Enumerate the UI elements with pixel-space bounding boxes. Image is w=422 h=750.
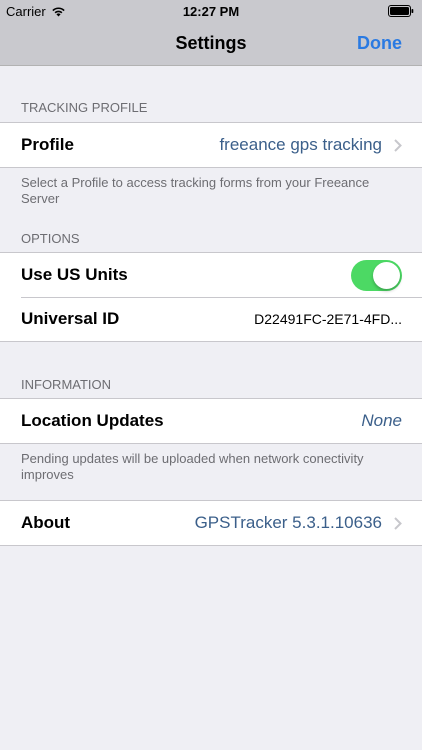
chevron-right-icon (394, 516, 402, 530)
about-group: About GPSTracker 5.3.1.10636 (0, 500, 422, 546)
universal-id-row: Universal ID D22491FC-2E71-4FD... (0, 297, 422, 341)
clock: 12:27 PM (182, 4, 240, 19)
universal-id-label: Universal ID (21, 309, 120, 328)
toggle-knob (373, 261, 400, 289)
options-group: Use US Units Universal ID D22491FC-2E71-… (0, 252, 422, 342)
about-label: About (21, 513, 71, 532)
us-units-label: Use US Units (21, 265, 128, 284)
about-row[interactable]: About GPSTracker 5.3.1.10636 (0, 501, 422, 545)
profile-label: Profile (21, 135, 74, 154)
tracking-profile-footer: Select a Profile to access tracking form… (21, 175, 370, 206)
us-units-row: Use US Units (0, 253, 422, 297)
profile-row[interactable]: Profile freeance gps tracking (0, 123, 422, 167)
about-value: GPSTracker 5.3.1.10636 (194, 513, 382, 532)
information-group: Location Updates None (0, 398, 422, 444)
section-header-information: INFORMATION (21, 377, 112, 392)
tracking-profile-group: Profile freeance gps tracking (0, 122, 422, 168)
done-button[interactable]: Done (357, 33, 402, 54)
profile-value: freeance gps tracking (219, 135, 382, 154)
location-updates-value: None (361, 411, 402, 430)
location-updates-label: Location Updates (21, 411, 164, 430)
location-updates-row: Location Updates None (0, 399, 422, 443)
section-header-tracking-profile: TRACKING PROFILE (21, 100, 148, 115)
us-units-toggle[interactable] (351, 259, 402, 291)
chevron-right-icon (394, 138, 402, 152)
battery-icon (388, 5, 414, 17)
status-bar: Carrier 12:27 PM (0, 0, 422, 22)
information-footer: Pending updates will be uploaded when ne… (21, 451, 364, 482)
section-header-options: OPTIONS (21, 231, 80, 246)
navigation-bar: Settings Done (0, 22, 422, 66)
universal-id-value: D22491FC-2E71-4FD... (254, 311, 402, 327)
